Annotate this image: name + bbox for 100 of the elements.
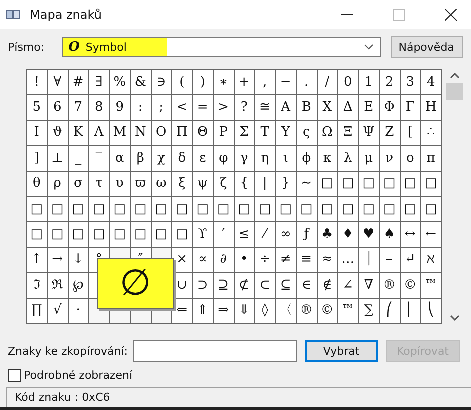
character-cell[interactable]: □ (134, 228, 147, 242)
character-cell[interactable]: Ξ (344, 126, 353, 140)
character-cell[interactable]: ϒ (198, 228, 208, 242)
character-cell[interactable]: □ (51, 228, 64, 242)
character-cell[interactable]: κ (323, 152, 332, 165)
character-cell[interactable]: □ (51, 202, 64, 216)
character-cell[interactable]: … (342, 253, 355, 266)
character-cell[interactable]: > (218, 101, 230, 114)
character-cell[interactable]: − (280, 76, 292, 89)
character-cell[interactable]: & (134, 76, 146, 89)
character-cell[interactable]: © (320, 304, 334, 318)
character-cell[interactable]: ν (386, 152, 394, 165)
character-cell[interactable]: □ (342, 202, 354, 216)
character-cell[interactable]: ⏐ (365, 253, 372, 266)
character-cell[interactable]: ∈ (302, 278, 312, 292)
character-cell[interactable]: © (404, 278, 417, 292)
character-cell[interactable]: □ (238, 202, 251, 216)
character-cell[interactable]: ⎜ (407, 304, 414, 318)
character-cell[interactable]: ∏ (32, 304, 42, 318)
character-cell[interactable]: ∑ (364, 304, 374, 318)
character-cell[interactable]: 3 (406, 76, 415, 89)
character-cell[interactable]: [ (408, 126, 413, 140)
character-cell[interactable]: ψ (198, 177, 208, 190)
character-cell[interactable]: , (263, 76, 268, 89)
character-cell[interactable]: ⇓ (238, 304, 250, 318)
character-cell[interactable]: ∉ (322, 278, 332, 292)
character-cell[interactable]: δ (178, 152, 186, 165)
character-cell[interactable]: × (176, 253, 188, 266)
character-cell[interactable]: 0 (344, 76, 352, 89)
character-cell[interactable]: □ (92, 202, 106, 216)
character-cell[interactable]: ⋅ (76, 304, 81, 318)
help-button[interactable]: Nápověda (390, 36, 463, 58)
character-cell[interactable]: ⊃ (197, 278, 208, 292)
character-cell[interactable]: ℜ (52, 278, 64, 292)
character-cell[interactable]: Ι (34, 126, 40, 140)
character-cell[interactable]: ⇒ (218, 304, 230, 318)
character-cell[interactable]: ⊥ (52, 152, 64, 165)
character-cell[interactable]: ™ (424, 278, 438, 292)
character-cell[interactable]: ♠ (384, 228, 396, 242)
character-cell[interactable]: π (426, 152, 436, 165)
character-cell[interactable]: ≤ (238, 228, 250, 242)
character-cell[interactable]: ⎯ (386, 253, 394, 266)
character-cell[interactable]: λ (344, 152, 352, 165)
character-cell[interactable]: Ω (322, 126, 333, 140)
character-cell[interactable]: # (72, 76, 84, 89)
character-cell[interactable]: _ (75, 152, 82, 165)
character-cell[interactable]: ® (383, 278, 396, 292)
character-cell[interactable]: ∃ (96, 76, 103, 89)
character-cell[interactable]: □ (321, 177, 334, 190)
character-cell[interactable]: : (138, 101, 143, 114)
character-cell[interactable]: ≡ (301, 253, 312, 266)
select-button[interactable]: Vybrat (305, 340, 378, 362)
character-cell[interactable]: ♦ (342, 228, 354, 242)
character-cell[interactable]: ™ (342, 304, 355, 318)
character-cell[interactable]: σ (74, 177, 83, 190)
character-cell[interactable]: Μ (113, 126, 127, 140)
character-cell[interactable]: □ (155, 202, 168, 216)
character-cell[interactable]: 〈 (279, 304, 292, 318)
character-cell[interactable]: ℵ (427, 253, 436, 266)
character-cell[interactable]: < (176, 101, 188, 114)
character-cell[interactable]: □ (424, 177, 438, 190)
character-cell[interactable]: ⇑ (197, 304, 208, 318)
character-cell[interactable]: ? (240, 101, 248, 114)
character-cell[interactable]: α (115, 152, 124, 165)
character-cell[interactable]: ↑ (31, 253, 42, 266)
character-cell[interactable]: ∗ (219, 76, 228, 89)
character-cell[interactable]: ↵ (404, 253, 416, 266)
character-cell[interactable]: 2 (385, 76, 394, 89)
character-cell[interactable]: . (304, 76, 309, 89)
character-cell[interactable]: ∞ (280, 228, 292, 242)
character-cell[interactable]: ⁄ (264, 228, 266, 242)
character-cell[interactable]: ρ (54, 177, 62, 190)
character-cell[interactable]: 8 (94, 101, 104, 114)
character-cell[interactable]: Υ (282, 126, 290, 140)
character-cell[interactable]: □ (404, 202, 417, 216)
character-cell[interactable]: 4 (426, 76, 436, 89)
character-cell[interactable]: □ (72, 228, 85, 242)
character-cell[interactable]: υ (116, 177, 124, 190)
character-cell[interactable]: ! (34, 76, 40, 89)
character-cell[interactable]: □ (217, 202, 230, 216)
character-cell[interactable]: ] (34, 152, 40, 165)
character-cell[interactable]: + (238, 76, 250, 89)
character-cell[interactable]: Ζ (385, 126, 394, 140)
character-cell[interactable]: ω (156, 177, 167, 190)
character-cell[interactable]: □ (72, 202, 85, 216)
character-cell[interactable]: ⊆ (280, 278, 292, 292)
character-cell[interactable]: ⊂ (260, 278, 271, 292)
character-cell[interactable]: □ (342, 177, 354, 190)
character-cell[interactable]: ⊇ (218, 278, 230, 292)
character-cell[interactable]: φ (219, 152, 228, 165)
character-cell[interactable]: ο (406, 152, 414, 165)
character-cell[interactable]: ♥ (363, 228, 375, 242)
character-cell[interactable]: □ (383, 202, 396, 216)
character-cell[interactable]: Α (281, 101, 291, 114)
character-cell[interactable]: ƒ (304, 228, 310, 242)
character-cell[interactable]: □ (280, 202, 292, 216)
character-cell[interactable]: Ε (364, 101, 374, 114)
character-cell[interactable]: ↓ (72, 253, 84, 266)
character-cell[interactable]: □ (404, 177, 417, 190)
character-cell[interactable]: → (52, 253, 64, 266)
